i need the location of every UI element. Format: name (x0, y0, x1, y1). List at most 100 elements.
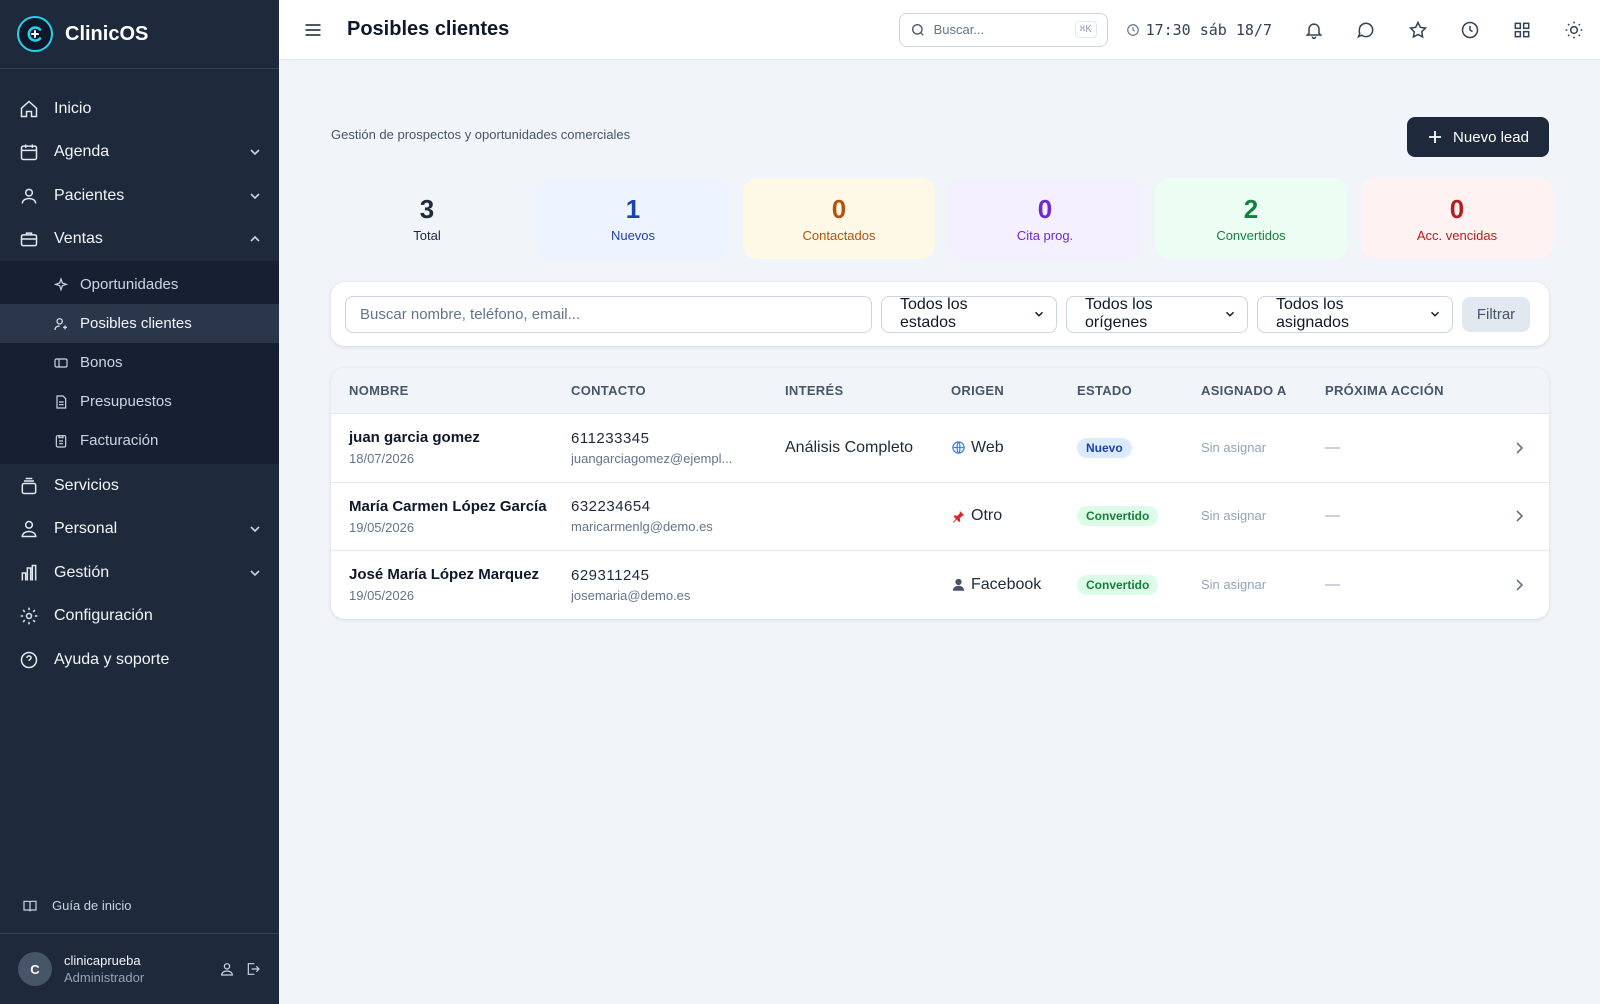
clock-date: sáb 18/7 (1199, 20, 1272, 39)
asignado-select[interactable]: Todos los asignados (1257, 295, 1453, 333)
brand[interactable]: ClinicOS (0, 0, 279, 69)
chevron-down-icon (247, 188, 263, 204)
lead-name: José María López Marquez (349, 566, 540, 584)
user-panel: C clinicaprueba Administrador (0, 934, 279, 1004)
lead-search-input[interactable]: Buscar nombre, teléfono, email... (345, 295, 872, 333)
chevron-down-icon (247, 144, 263, 160)
globe-icon (951, 440, 966, 455)
lead-origin: Facebook (971, 575, 1042, 593)
lead-phone: 629311245 (571, 566, 650, 584)
sun-icon[interactable] (1548, 10, 1600, 50)
origen-select[interactable]: Todos los orígenes (1066, 295, 1248, 333)
sidebar-item-label: Ayuda y soporte (54, 650, 170, 668)
history-icon[interactable] (1444, 10, 1496, 50)
lead-next-action: — (1325, 438, 1340, 456)
column-header-origen[interactable]: ORIGEN (951, 383, 1077, 398)
sidebar-item-pacientes[interactable]: Pacientes (0, 174, 279, 218)
stat-value: 2 (1243, 194, 1259, 224)
clinicos-logo-icon (17, 16, 53, 52)
stats-row: 3 Total 1 Nuevos 0 Contactados 0 Cita prog. … (331, 178, 1553, 259)
lead-next-action: — (1325, 507, 1340, 525)
page-title: Posibles clientes (347, 18, 510, 40)
chat-icon[interactable] (1340, 10, 1392, 50)
gear-icon (18, 605, 40, 627)
guia-de-inicio-link[interactable]: Guía de inicio (0, 878, 279, 934)
column-header-contacto[interactable]: CONTACTO (571, 383, 785, 398)
bar-chart-icon (18, 562, 40, 584)
bell-icon[interactable] (1288, 10, 1340, 50)
table-header: NOMBRE CONTACTO INTERÉS ORIGEN ESTADO AS… (331, 368, 1549, 413)
column-header-asignado[interactable]: ASIGNADO A (1201, 383, 1325, 398)
sidebar-item-label: Configuración (54, 607, 153, 625)
hamburger-menu-icon[interactable] (303, 19, 325, 41)
column-header-interes[interactable]: INTERÉS (785, 383, 951, 398)
clipboard-icon (52, 432, 70, 450)
avatar[interactable]: C (18, 952, 52, 986)
stat-card-total[interactable]: 3 Total (331, 178, 523, 259)
guide-label: Guía de inicio (52, 898, 132, 913)
search-icon (910, 22, 926, 38)
chevron-right-icon[interactable] (1511, 577, 1527, 593)
sidebar-item-gestion[interactable]: Gestión (0, 551, 279, 595)
sidebar-subitem-presupuestos[interactable]: Presupuestos (0, 382, 279, 421)
chevron-right-icon[interactable] (1511, 440, 1527, 456)
origen-select-value: Todos los orígenes (1085, 296, 1153, 331)
table-row[interactable]: María Carmen López García 19/05/2026 6322… (331, 481, 1549, 551)
column-header-nombre[interactable]: NOMBRE (331, 383, 571, 398)
sidebar-item-label: Ventas (54, 230, 103, 248)
column-header-estado[interactable]: ESTADO (1077, 383, 1201, 398)
lead-origin: Otro (971, 507, 1003, 525)
sidebar-subitem-label: Presupuestos (80, 393, 172, 410)
star-icon[interactable] (1392, 10, 1444, 50)
main-content: Gestión de prospectos y oportunidades co… (279, 60, 1600, 1004)
clock: 17:30 sáb 18/7 (1126, 21, 1272, 39)
leads-table: NOMBRE CONTACTO INTERÉS ORIGEN ESTADO AS… (331, 368, 1549, 619)
search-placeholder: Buscar... (933, 22, 985, 37)
stat-card-cita-prog[interactable]: 0 Cita prog. (949, 178, 1141, 259)
filter-button[interactable]: Filtrar (1462, 296, 1530, 332)
stat-card-acc-vencidas[interactable]: 0 Acc. vencidas (1361, 178, 1553, 259)
user-name: clinicaprueba (64, 953, 141, 968)
column-header-proxima-accion[interactable]: PRÓXIMA ACCIÓN (1325, 383, 1495, 398)
sidebar-subitem-oportunidades[interactable]: Oportunidades (0, 265, 279, 304)
calendar-icon (18, 141, 40, 163)
sidebar-item-ventas[interactable]: Ventas (0, 218, 279, 262)
sidebar-item-personal[interactable]: Personal (0, 508, 279, 552)
lead-interest: Análisis Completo (785, 438, 914, 456)
estado-select[interactable]: Todos los estados (881, 295, 1057, 333)
profile-icon[interactable] (219, 961, 235, 977)
lead-assigned: Sin asignar (1201, 439, 1267, 455)
stat-card-convertidos[interactable]: 2 Convertidos (1155, 178, 1347, 259)
topbar: Posibles clientes Buscar... ⌘K 17:30 sáb… (279, 0, 1600, 60)
page-subtitle: Gestión de prospectos y oportunidades co… (331, 127, 631, 142)
layers-icon (18, 475, 40, 497)
new-lead-button[interactable]: Nuevo lead (1407, 117, 1549, 157)
sidebar-item-ayuda[interactable]: Ayuda y soporte (0, 638, 279, 682)
sidebar-subitem-posibles-clientes[interactable]: Posibles clientes (0, 304, 279, 343)
user-plus-icon (52, 315, 70, 333)
table-row[interactable]: juan garcia gomez 18/07/2026 611233345 jua… (331, 413, 1549, 482)
sidebar-subitem-label: Bonos (80, 354, 123, 371)
sidebar-subitem-bonos[interactable]: Bonos (0, 343, 279, 382)
lead-email: maricarmenlg@demo.es (571, 519, 713, 535)
stat-card-nuevos[interactable]: 1 Nuevos (537, 178, 729, 259)
global-search-input[interactable]: Buscar... ⌘K (898, 12, 1108, 47)
sidebar-item-servicios[interactable]: Servicios (0, 464, 279, 508)
sidebar-item-configuracion[interactable]: Configuración (0, 595, 279, 639)
chevron-down-icon (247, 521, 263, 537)
table-row[interactable]: José María López Marquez 19/05/2026 62931… (331, 550, 1549, 619)
chevron-right-icon[interactable] (1511, 508, 1527, 524)
clock-icon (1126, 23, 1140, 37)
apps-grid-icon[interactable] (1496, 10, 1548, 50)
sidebar-item-inicio[interactable]: Inicio (0, 87, 279, 131)
filter-bar: Buscar nombre, teléfono, email... Todos … (331, 282, 1549, 346)
sidebar-subitem-facturacion[interactable]: Facturación (0, 421, 279, 460)
stat-value: 1 (625, 194, 641, 224)
help-icon (18, 649, 40, 671)
stat-label: Convertidos (1216, 228, 1286, 243)
lead-date: 18/07/2026 (349, 451, 415, 467)
logout-icon[interactable] (245, 961, 261, 977)
stat-value: 3 (419, 194, 435, 224)
sidebar-item-agenda[interactable]: Agenda (0, 131, 279, 175)
stat-card-contactados[interactable]: 0 Contactados (743, 178, 935, 259)
